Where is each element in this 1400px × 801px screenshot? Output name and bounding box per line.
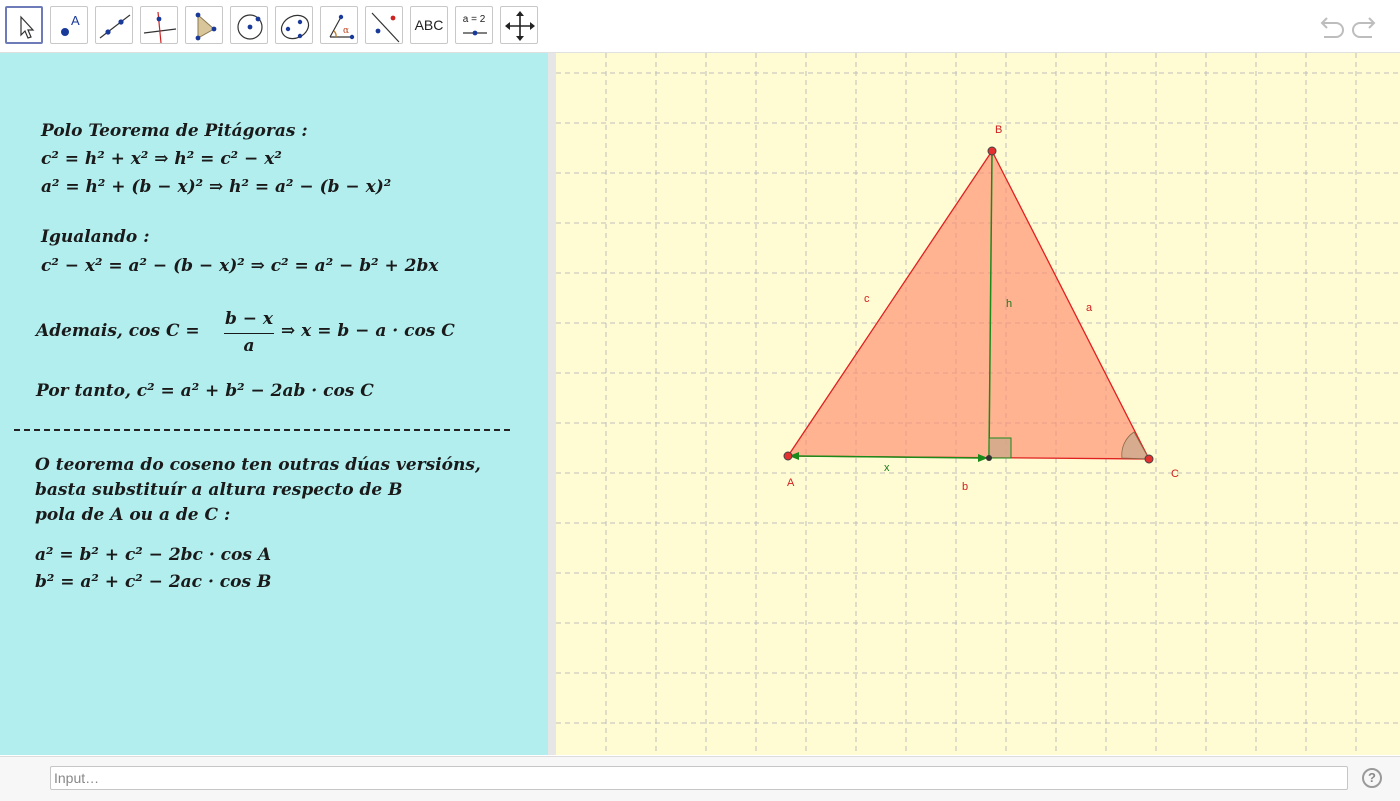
undo-button[interactable] bbox=[1314, 10, 1346, 42]
right-angle-marker bbox=[988, 437, 1012, 459]
label-height-h: h bbox=[1006, 298, 1012, 310]
label-side-c: c bbox=[864, 293, 870, 305]
label-x: x bbox=[884, 462, 890, 474]
angle-icon: α bbox=[329, 14, 355, 40]
help-question-icon[interactable]: ? bbox=[1362, 768, 1382, 788]
perpendicular-line-tool-button[interactable] bbox=[140, 6, 178, 44]
slider-tool-button[interactable]: a = 2 bbox=[455, 6, 493, 44]
algebra-panel: Polo Teorema de Pitágoras : c² = h² + x²… bbox=[0, 53, 548, 755]
triangle-polygon[interactable] bbox=[786, 149, 1151, 460]
svg-text:A: A bbox=[71, 13, 80, 28]
label-point-a: A bbox=[787, 477, 795, 489]
por-tanto-formula: Por tanto, c² = a² + b² − 2ab · cos C bbox=[36, 381, 374, 401]
label-point-c: C bbox=[1171, 468, 1179, 480]
label-side-b: b bbox=[962, 481, 968, 493]
ademais-denominator: a bbox=[243, 336, 255, 356]
label-side-a: a bbox=[1086, 302, 1093, 314]
fraction-bar bbox=[224, 333, 274, 334]
point-a[interactable] bbox=[783, 451, 793, 461]
ademais-numerator: b − x bbox=[224, 309, 274, 329]
text-icon: ABC bbox=[414, 17, 444, 33]
polygon-tool-button[interactable] bbox=[185, 6, 223, 44]
perpendicular-line-icon bbox=[143, 11, 177, 44]
ademais-suffix: ⇒ x = b − a · cos C bbox=[281, 321, 455, 341]
foot-of-height-point[interactable] bbox=[986, 455, 992, 461]
polygon-icon bbox=[195, 12, 217, 41]
note-line-2: basta substituír a altura respecto de B bbox=[35, 480, 403, 500]
graphics-canvas[interactable]: A B C a b c h x bbox=[556, 53, 1400, 755]
toolbar: A α ABC a = 2 bbox=[0, 0, 1400, 53]
undo-icon bbox=[1320, 17, 1344, 38]
point-c[interactable] bbox=[1144, 454, 1154, 464]
panel-splitter[interactable] bbox=[548, 53, 556, 755]
svg-text:α: α bbox=[343, 26, 349, 36]
redo-button[interactable] bbox=[1350, 10, 1382, 42]
dashed-divider bbox=[14, 429, 510, 431]
line-tool-button[interactable] bbox=[95, 6, 133, 44]
pythagoras-heading: Polo Teorema de Pitágoras : bbox=[41, 121, 308, 141]
reflect-tool-button[interactable] bbox=[365, 6, 403, 44]
text-tool-button[interactable]: ABC bbox=[410, 6, 448, 44]
ellipse-icon bbox=[280, 14, 310, 40]
cosine-law-b: b² = a² + c² − 2ac · cos B bbox=[35, 572, 272, 592]
reflect-about-line-icon bbox=[371, 12, 400, 43]
igualando-formula: c² − x² = a² − (b − x)² ⇒ c² = a² − b² +… bbox=[41, 256, 439, 276]
cursor-arrow-icon bbox=[20, 15, 35, 39]
angle-tool-button[interactable]: α bbox=[320, 6, 358, 44]
move-graphics-view-tool-button[interactable] bbox=[500, 6, 538, 44]
slider-icon bbox=[463, 30, 487, 36]
note-line-3: pola de A ou a de C : bbox=[35, 505, 231, 525]
pythagoras-formula-a: a² = h² + (b − x)² ⇒ h² = a² − (b − x)² bbox=[41, 177, 392, 197]
graphics-view[interactable]: A B C a b c h x bbox=[556, 53, 1400, 755]
igualando-heading: Igualando : bbox=[41, 227, 150, 247]
cosine-law-a: a² = b² + c² − 2bc · cos A bbox=[35, 545, 272, 565]
pythagoras-formula-c: c² = h² + x² ⇒ h² = c² − x² bbox=[41, 149, 282, 169]
label-point-b: B bbox=[995, 124, 1002, 136]
line-through-two-points-icon bbox=[99, 14, 131, 39]
point-icon: A bbox=[61, 13, 80, 36]
input-field[interactable] bbox=[50, 766, 1348, 790]
input-bar: ? bbox=[0, 756, 1400, 801]
ademais-prefix: Ademais, cos C = bbox=[36, 321, 200, 341]
circle-tool-button[interactable] bbox=[230, 6, 268, 44]
move-graphics-view-icon bbox=[505, 11, 535, 41]
redo-icon bbox=[1352, 17, 1376, 38]
circle-center-point-icon bbox=[237, 14, 263, 40]
point-tool-button[interactable]: A bbox=[50, 6, 88, 44]
move-tool-button[interactable] bbox=[5, 6, 43, 44]
note-line-1: O teorema do coseno ten outras dúas vers… bbox=[35, 455, 481, 475]
conic-tool-button[interactable] bbox=[275, 6, 313, 44]
point-b[interactable] bbox=[987, 146, 997, 156]
